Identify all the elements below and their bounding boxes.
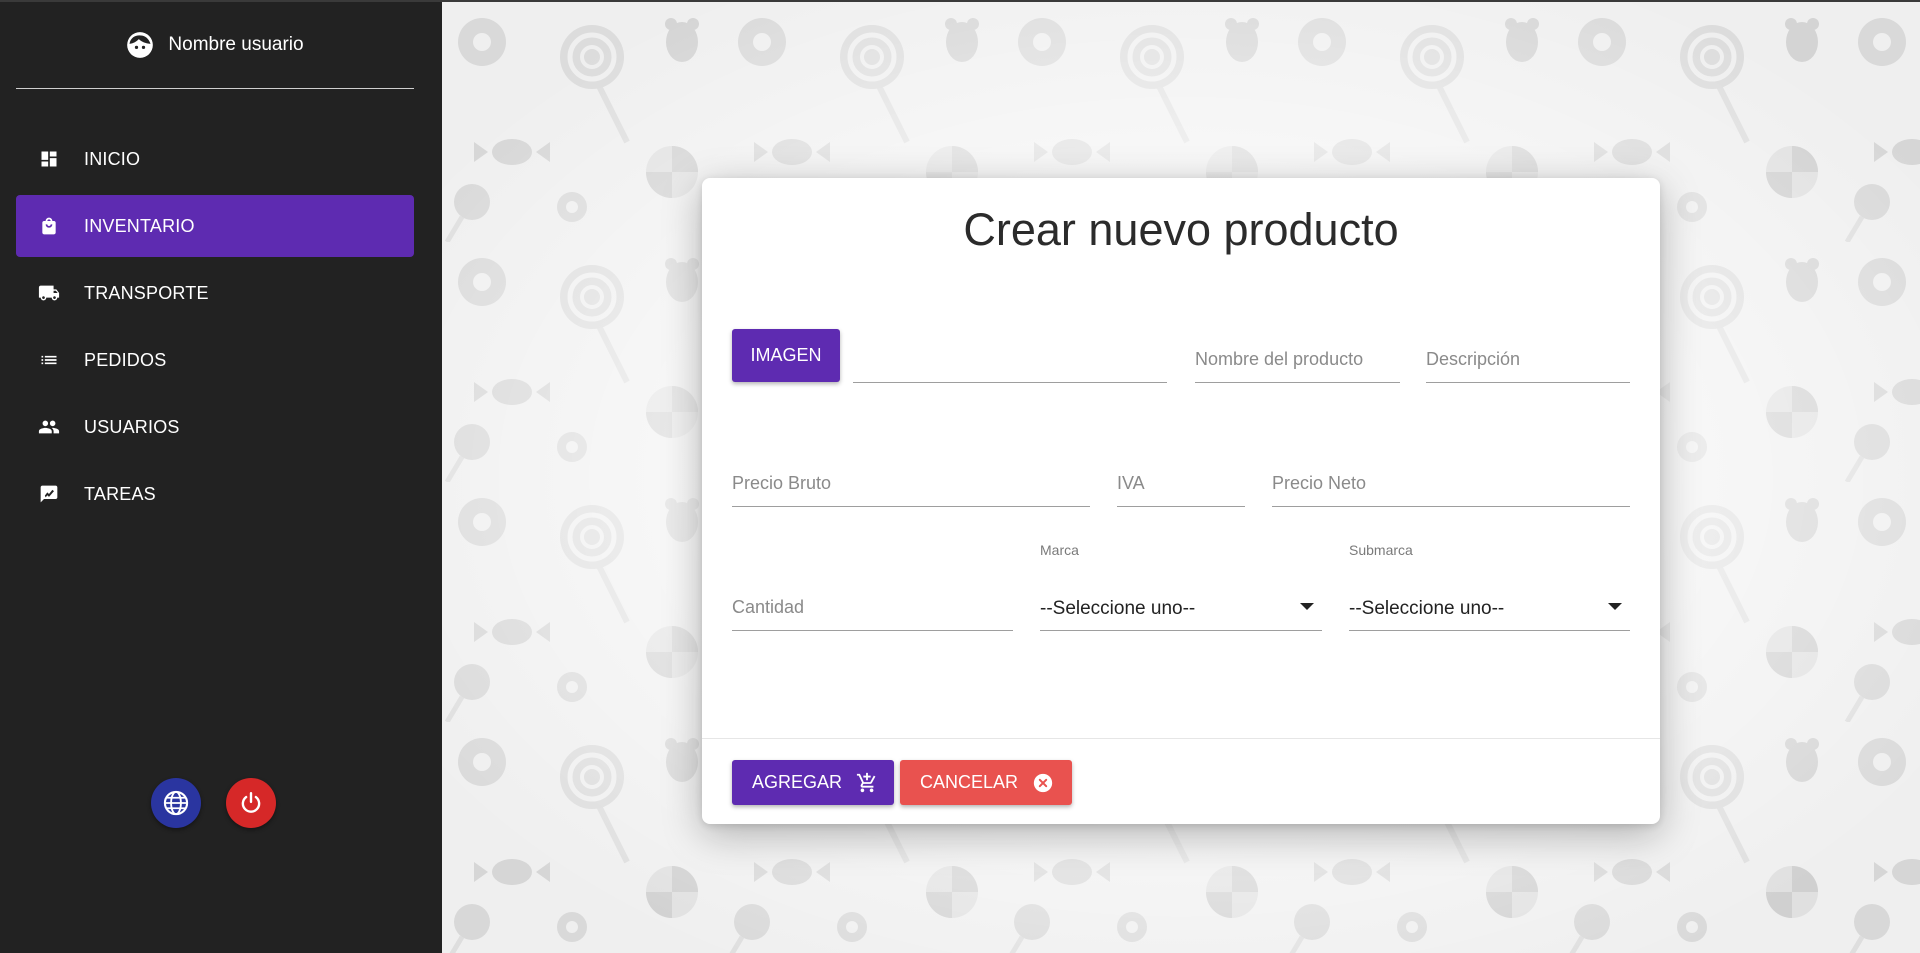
net-price-placeholder: Precio Neto bbox=[1272, 473, 1367, 493]
dropdown-arrow-icon bbox=[1608, 603, 1622, 610]
user-profile[interactable]: Nombre usuario bbox=[0, 20, 430, 70]
sidebar-item-inicio[interactable]: INICIO bbox=[16, 128, 414, 190]
globe-icon bbox=[163, 790, 189, 816]
power-icon bbox=[241, 792, 261, 813]
list-icon bbox=[38, 349, 60, 371]
card-footer-divider bbox=[702, 738, 1660, 739]
sidebar-item-usuarios[interactable]: USUARIOS bbox=[16, 396, 414, 458]
face-icon bbox=[127, 32, 154, 58]
description-placeholder: Descripción bbox=[1426, 349, 1521, 369]
sidebar-nav: INICIO INVENTARIO TRANSPORTE PEDIDOS USU… bbox=[16, 128, 414, 530]
sidebar-item-label: INVENTARIO bbox=[84, 215, 195, 236]
cancel-circle-icon bbox=[1032, 772, 1054, 794]
people-icon bbox=[38, 416, 60, 438]
iva-placeholder: IVA bbox=[1117, 473, 1145, 493]
add-product-button[interactable]: AGREGAR bbox=[732, 760, 894, 805]
sidebar-item-label: INICIO bbox=[84, 148, 141, 169]
dropdown-arrow-icon bbox=[1300, 603, 1314, 610]
page-title: Crear nuevo producto bbox=[963, 204, 1399, 255]
net-price-input[interactable]: Precio Neto bbox=[1272, 456, 1630, 507]
add-shopping-cart-icon bbox=[856, 772, 878, 794]
quantity-placeholder: Cantidad bbox=[732, 597, 805, 617]
sidebar: Nombre usuario INICIO INVENTARIO TRANSPO… bbox=[0, 0, 442, 953]
language-button[interactable] bbox=[151, 778, 201, 828]
sidebar-item-transporte[interactable]: TRANSPORTE bbox=[16, 262, 414, 324]
sidebar-item-label: PEDIDOS bbox=[84, 349, 167, 370]
chart-feedback-icon bbox=[38, 483, 60, 505]
image-upload-button[interactable]: IMAGEN bbox=[732, 329, 840, 382]
gross-price-input[interactable]: Precio Bruto bbox=[732, 456, 1090, 507]
sidebar-actions bbox=[151, 778, 276, 828]
iva-input[interactable]: IVA bbox=[1117, 456, 1245, 507]
sidebar-item-tareas[interactable]: TAREAS bbox=[16, 463, 414, 525]
description-input[interactable]: Descripción bbox=[1426, 332, 1630, 383]
subbrand-select[interactable]: Submarca --Seleccione uno-- bbox=[1349, 542, 1630, 631]
logout-button[interactable] bbox=[226, 778, 276, 828]
shopping-bag-icon bbox=[38, 215, 60, 237]
create-product-card: Crear nuevo producto IMAGEN Nombre del p… bbox=[702, 178, 1660, 824]
cancel-button-label: CANCELAR bbox=[920, 772, 1019, 792]
image-file-field[interactable] bbox=[853, 332, 1167, 383]
sidebar-item-label: TRANSPORTE bbox=[84, 282, 209, 303]
subbrand-label: Submarca bbox=[1349, 542, 1413, 558]
sidebar-divider bbox=[16, 88, 414, 89]
cancel-button[interactable]: CANCELAR bbox=[900, 760, 1072, 805]
dashboard-icon bbox=[38, 148, 60, 170]
sidebar-item-pedidos[interactable]: PEDIDOS bbox=[16, 329, 414, 391]
brand-label: Marca bbox=[1040, 542, 1079, 558]
window-top-border bbox=[0, 0, 1920, 2]
sidebar-item-label: TAREAS bbox=[84, 483, 156, 504]
product-name-placeholder: Nombre del producto bbox=[1195, 349, 1364, 369]
sidebar-item-label: USUARIOS bbox=[84, 416, 180, 437]
truck-icon bbox=[38, 282, 60, 304]
brand-select[interactable]: Marca --Seleccione uno-- bbox=[1040, 542, 1322, 631]
quantity-input[interactable]: Cantidad bbox=[732, 580, 1013, 631]
subbrand-selected-value: --Seleccione uno-- bbox=[1349, 598, 1505, 619]
user-name: Nombre usuario bbox=[168, 34, 304, 55]
sidebar-item-inventario[interactable]: INVENTARIO bbox=[16, 195, 414, 257]
brand-selected-value: --Seleccione uno-- bbox=[1040, 598, 1196, 619]
gross-price-placeholder: Precio Bruto bbox=[732, 473, 832, 493]
product-name-input[interactable]: Nombre del producto bbox=[1195, 332, 1400, 383]
add-button-label: AGREGAR bbox=[752, 772, 843, 792]
